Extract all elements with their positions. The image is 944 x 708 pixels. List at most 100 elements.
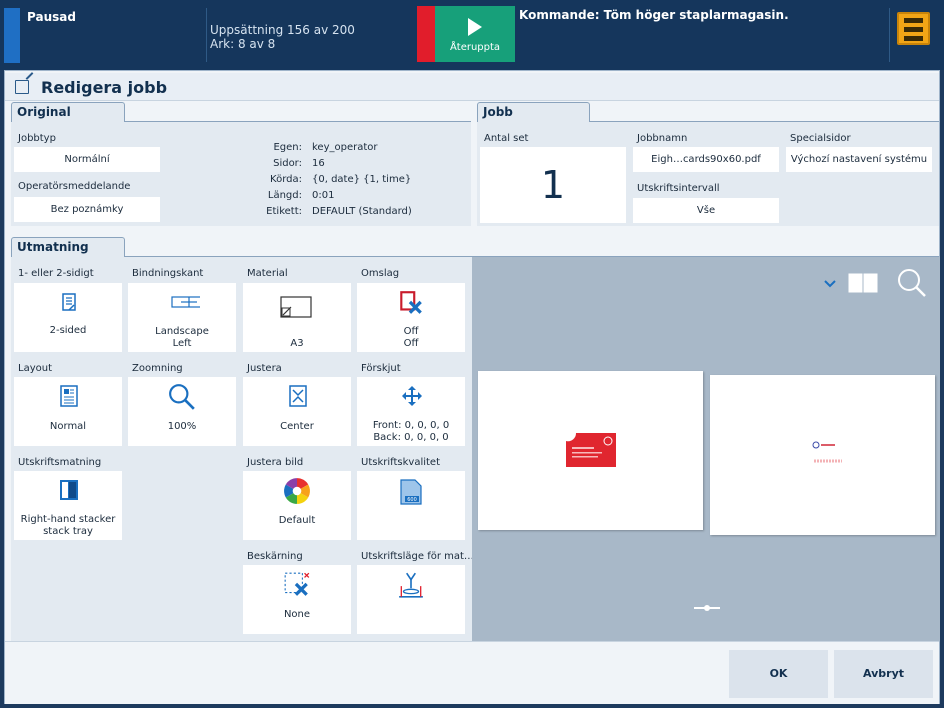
print-quality-tile[interactable]: 600 <box>357 471 465 540</box>
tab-original[interactable]: Original <box>11 102 125 122</box>
resume-label: Återuppta <box>449 42 501 53</box>
trim-label: Beskärning <box>247 551 303 562</box>
media-label: Material <box>247 268 288 279</box>
business-card-front <box>566 433 616 467</box>
pages-value: 16 <box>312 158 325 169</box>
dialog-footer: OK Avbryt <box>5 641 939 704</box>
duplex-tile[interactable]: 2-sided <box>14 283 122 352</box>
media-icon <box>280 296 312 318</box>
dialog-titlebar: Redigera jobb <box>5 73 939 101</box>
shift-tile[interactable]: Front: 0, 0, 0, 0 Back: 0, 0, 0, 0 <box>357 377 465 446</box>
trim-value: None <box>283 609 311 620</box>
sets-label: Antal set <box>484 133 529 144</box>
printed-value: {0, date} {1, time} <box>312 174 412 185</box>
cover-label: Omslag <box>361 268 400 279</box>
align-tile[interactable]: Center <box>243 377 351 446</box>
play-icon <box>468 18 482 36</box>
resume-button[interactable]: Återuppta <box>435 6 515 62</box>
binding-value-line1: Landscape <box>155 326 209 337</box>
chevron-down-icon[interactable] <box>823 279 837 289</box>
operator-msg-label: Operatörsmeddelande <box>18 181 131 192</box>
align-center-icon <box>289 385 307 407</box>
page-slider-handle[interactable] <box>692 603 722 613</box>
trim-off-icon <box>284 572 310 596</box>
print-quality-icon: 600 <box>400 479 422 505</box>
binding-label: Bindningskant <box>132 268 204 279</box>
stop-indicator <box>417 6 435 62</box>
output-feed-label: Utskriftsmatning <box>18 457 102 468</box>
length-value: 0:01 <box>312 190 335 201</box>
duplex-value: 2-sided <box>49 325 87 336</box>
binding-tile[interactable]: Landscape Left <box>128 283 236 352</box>
shift-icon <box>402 386 422 406</box>
jobname-field[interactable]: Eigh…cards90x60.pdf <box>633 147 779 172</box>
original-section: Jobbtyp Normální Operatörsmeddelande Bez… <box>11 122 471 226</box>
media-tile[interactable]: A3 <box>243 283 351 352</box>
range-label: Utskriftsintervall <box>637 183 720 194</box>
layout-label: Layout <box>18 363 52 374</box>
range-field[interactable]: Vše <box>633 198 779 223</box>
operator-msg-field[interactable]: Bez poznámky <box>14 197 160 222</box>
layout-value: Normal <box>49 421 87 432</box>
divider <box>889 8 890 62</box>
cover-value-line1: Off <box>403 326 419 337</box>
zoom-value: 100% <box>167 421 197 432</box>
trim-tile[interactable]: None <box>243 565 351 634</box>
tab-jobb[interactable]: Jobb <box>477 102 590 122</box>
edit-job-dialog: Redigera jobb Original Jobbtyp Normální … <box>4 70 940 704</box>
zoom-tile[interactable]: 100% <box>128 377 236 446</box>
tab-utmatning[interactable]: Utmatning <box>11 237 125 257</box>
ok-button[interactable]: OK <box>729 650 828 698</box>
divider <box>206 8 207 62</box>
media-value: A3 <box>290 338 304 349</box>
sheet-counter: Ark: 8 av 8 <box>210 37 276 51</box>
duplex-label: 1- eller 2-sidigt <box>18 268 94 279</box>
length-key: Längd: <box>267 190 302 201</box>
layout-tile[interactable]: Normal <box>14 377 122 446</box>
color-wheel-icon <box>284 478 310 504</box>
cancel-button[interactable]: Avbryt <box>834 650 933 698</box>
shift-label: Förskjut <box>361 363 401 374</box>
preview-page-front[interactable] <box>478 371 703 530</box>
sets-field[interactable]: 1 <box>480 147 626 223</box>
command-message: Kommande: Töm höger staplarmagasin. <box>519 8 789 22</box>
special-pages-label: Specialsidor <box>790 133 851 144</box>
business-card-back <box>796 437 846 471</box>
printer-status: Pausad <box>27 10 76 24</box>
magnifier-icon[interactable] <box>896 267 928 299</box>
special-pages-field[interactable]: Výchozí nastavení systému <box>786 147 932 172</box>
output-feed-tile[interactable]: Right-hand stacker stack tray <box>14 471 122 540</box>
svg-text:600: 600 <box>407 497 417 503</box>
zoom-icon <box>169 384 195 410</box>
set-counter: Uppsättning 156 av 200 <box>210 23 355 37</box>
job-section: Antal set 1 Jobbnamn Eigh…cards90x60.pdf… <box>477 122 939 226</box>
shift-front: Front: 0, 0, 0, 0 <box>372 420 450 431</box>
shift-back: Back: 0, 0, 0, 0 <box>373 432 449 443</box>
adjust-image-tile[interactable]: Default <box>243 471 351 540</box>
book-view-icon[interactable] <box>848 273 878 293</box>
preview-page-back[interactable] <box>710 375 935 535</box>
binding-edge-icon <box>171 296 200 308</box>
adjust-image-value: Default <box>278 515 316 526</box>
print-mode-label: Utskriftsläge för mat… <box>361 551 474 562</box>
owner-key: Egen: <box>273 142 302 153</box>
stacker-tray-icon <box>60 480 78 500</box>
print-mode-tile[interactable] <box>357 565 465 634</box>
jobtype-field[interactable]: Normální <box>14 147 160 172</box>
status-indicator <box>4 8 20 63</box>
owner-value: key_operator <box>312 142 378 153</box>
adjust-image-label: Justera bild <box>247 457 304 468</box>
edit-icon <box>15 80 29 94</box>
dialog-title: Redigera jobb <box>41 78 168 97</box>
top-status-bar: Pausad Uppsättning 156 av 200 Ark: 8 av … <box>0 0 944 70</box>
stacker-icon <box>904 18 923 23</box>
binding-value-line2: Left <box>172 338 192 349</box>
print-quality-label: Utskriftskvalitet <box>361 457 440 468</box>
print-preview <box>472 257 940 641</box>
pages-key: Sidor: <box>273 158 302 169</box>
label-key: Etikett: <box>266 206 302 217</box>
output-feed-line2: stack tray <box>43 526 93 537</box>
align-value: Center <box>280 421 314 432</box>
stacker-button[interactable] <box>897 12 930 45</box>
cover-tile[interactable]: Off Off <box>357 283 465 352</box>
